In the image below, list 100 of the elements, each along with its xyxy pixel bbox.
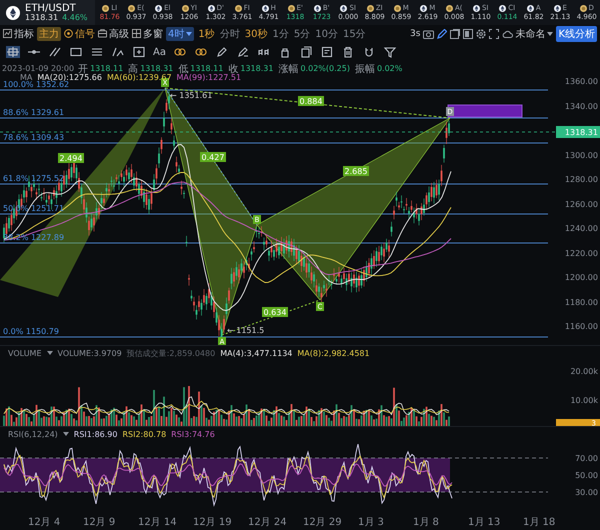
price-axis-label: 1160.00 <box>564 322 598 331</box>
settings-icon[interactable] <box>476 28 486 38</box>
ohlc-value: 0.02%(0.25) <box>300 64 350 73</box>
date-axis-label: 12月 24 <box>248 516 288 529</box>
rsi-value: RSI3:74.76 <box>171 430 215 438</box>
fullscreen-icon[interactable] <box>489 28 500 38</box>
coin-icon <box>394 4 401 12</box>
coin-icon <box>234 4 242 12</box>
ohlc-label: 涨幅 <box>278 62 298 76</box>
price-axis-label: 1340.00 <box>564 102 598 111</box>
interval-tab[interactable]: 15分 <box>342 26 367 40</box>
advanced-menu[interactable]: 高级 <box>98 26 129 40</box>
cloud-icon <box>502 30 514 38</box>
volume-value: 预估成交量:2,859.0480 <box>126 348 216 358</box>
fib-level-label: 100.0% 1352.62 <box>3 80 70 89</box>
rsi-title[interactable]: RSI(6,12,24) <box>8 430 58 438</box>
date-axis-label: 1月 13 <box>468 516 502 529</box>
ohlc-value: 0.02% <box>376 64 402 73</box>
price-change: 4.46% <box>62 14 88 22</box>
date-axis-label: 12月 19 <box>193 516 233 529</box>
date-axis-label: 1月 3 <box>358 516 385 529</box>
ethereum-icon <box>314 4 321 12</box>
ratio-label: 2.494 <box>58 153 84 163</box>
ratio-label: 0.427 <box>200 152 226 162</box>
caret-icon[interactable] <box>62 432 69 436</box>
chart-icon <box>3 29 12 38</box>
text-tool[interactable]: Aa <box>153 46 166 58</box>
ohlc-label: 低 <box>178 62 188 74</box>
ohlc-label: 开 <box>78 62 88 74</box>
filter-icon[interactable] <box>382 46 397 58</box>
symbol-panel[interactable]: ETH/USDT 1318.31 4.46% <box>0 0 94 25</box>
ethereum-icon <box>499 4 506 12</box>
rsi-value: RSI2:80.78 <box>122 430 166 438</box>
layout-dropdown[interactable]: 未命名 <box>502 26 554 40</box>
camera-icon[interactable] <box>423 28 434 38</box>
ohlc-label: 高 <box>128 62 138 74</box>
ray-icon[interactable] <box>48 46 62 58</box>
price-axis-label: 1300.00 <box>564 151 598 160</box>
date-axis-label: 1月 18 <box>523 516 556 529</box>
note-icon[interactable] <box>320 46 334 58</box>
caret-icon[interactable] <box>46 351 52 355</box>
rect-icon[interactable] <box>69 46 83 58</box>
price-axis-label: 1280.00 <box>564 175 598 184</box>
interval-tab[interactable]: 分时 <box>218 26 241 40</box>
ethereum-icon <box>472 4 480 12</box>
price-axis-label: 1360.00 <box>564 77 598 86</box>
panel-icon[interactable] <box>463 28 474 38</box>
copy-icon[interactable] <box>298 46 313 58</box>
link-icon[interactable] <box>172 46 187 58</box>
coin-icon <box>288 4 295 12</box>
main-tag[interactable]: 主力 <box>37 26 61 40</box>
interval-tab[interactable]: 30秒 <box>244 26 268 40</box>
briefcase-icon <box>98 29 107 38</box>
volume-axis-label: 20.00k <box>570 367 598 376</box>
signal-menu[interactable]: 信号 <box>64 26 95 40</box>
volume-title[interactable]: VOLUME <box>8 348 42 358</box>
ethereum-icon <box>554 4 561 12</box>
rsi-axis-label: 30.00 <box>575 488 598 497</box>
date-axis-label: 12月 14 <box>138 516 178 529</box>
interval-tab[interactable]: 1分 <box>271 26 290 40</box>
refresh-interval[interactable]: 3s <box>410 28 420 38</box>
crosshair-icon[interactable] <box>6 46 20 58</box>
window-icon[interactable] <box>450 28 460 38</box>
interval-tab[interactable]: 10分 <box>314 26 339 40</box>
price-mark: ← 1351.61 <box>170 91 212 100</box>
ethereum-icon <box>208 4 215 12</box>
ratio-label: 0.884 <box>298 96 324 106</box>
pencil-icon[interactable] <box>437 28 448 38</box>
ohlc-value: 1318.11 <box>90 64 124 73</box>
windows-menu[interactable]: 多窗 <box>132 26 163 40</box>
date-axis-label: 12月 9 <box>83 516 116 529</box>
interval-tab[interactable]: 4时 <box>166 26 194 40</box>
lines-icon[interactable] <box>90 46 104 58</box>
date-axis-label: 12月 29 <box>303 516 343 529</box>
caret-icon <box>186 32 192 36</box>
bar-time: 2023-01-09 20:00 <box>2 64 74 73</box>
ethereum-icon <box>155 4 162 12</box>
ratio-label: 0.634 <box>262 307 288 317</box>
volume-axis-label: 10.00k <box>570 396 598 405</box>
caret-icon <box>547 32 554 36</box>
ma-value: MA(20):1275.66 <box>37 73 102 82</box>
interval-tab[interactable]: 5分 <box>292 26 312 40</box>
analysis-button[interactable]: K线分析 <box>556 26 597 42</box>
indicator-menu[interactable]: 指标 <box>3 26 34 40</box>
rsi-axis-label: 70.00 <box>575 454 598 463</box>
indicator-name[interactable]: MA <box>20 73 32 82</box>
ethereum-icon <box>526 4 534 12</box>
ethereum-icon <box>420 4 428 12</box>
target-icon <box>64 29 73 38</box>
symbol-name: ETH/USDT <box>25 2 77 14</box>
fib-level-label: 88.6% 1329.61 <box>3 108 64 117</box>
pencil-icon[interactable] <box>214 46 229 58</box>
measure-icon[interactable] <box>132 46 146 58</box>
coin-icon <box>446 4 453 12</box>
interval-tab[interactable]: 1秒 <box>197 26 216 40</box>
link-icon[interactable] <box>194 46 208 58</box>
last-price: 1318.31 <box>25 14 58 22</box>
price-axis-label: 1260.00 <box>564 200 598 209</box>
current-price-tag: 1318.31 <box>556 126 600 138</box>
price-axis-label: 1200.00 <box>564 273 598 282</box>
